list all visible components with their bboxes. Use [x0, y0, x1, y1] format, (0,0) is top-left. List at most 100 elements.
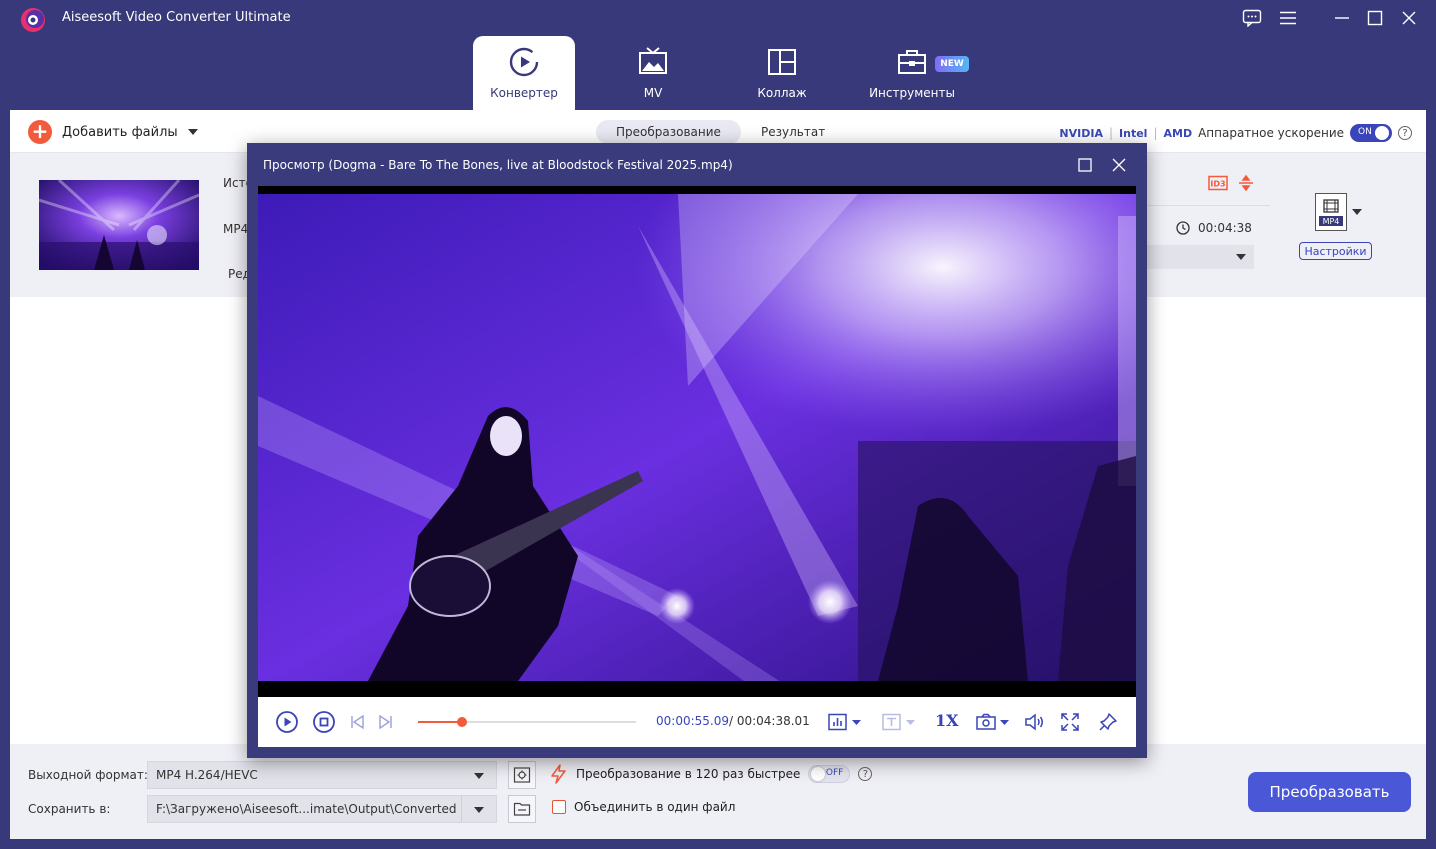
time-display: 00:00:55.09/ 00:04:38.01	[656, 714, 810, 728]
duration-value: 00:04:38	[1198, 221, 1252, 235]
subtitle-icon	[882, 713, 915, 731]
audio-track-icon	[828, 713, 861, 731]
preview-title: Просмотр (Dogma - Bare To The Bones, liv…	[263, 158, 733, 172]
pin-icon	[1099, 713, 1117, 731]
progress-fill	[418, 721, 462, 723]
play-button[interactable]	[275, 710, 299, 734]
volume-button[interactable]	[1024, 710, 1044, 734]
convert-button[interactable]: Преобразовать	[1248, 772, 1411, 812]
converter-icon	[509, 47, 539, 77]
nvidia-label: NVIDIA	[1059, 126, 1103, 140]
fast-conversion: Преобразование в 120 раз быстрее OFF ?	[550, 764, 873, 784]
plus-icon: +	[28, 120, 52, 144]
segment-conversion[interactable]: Преобразование	[596, 120, 741, 144]
video-thumbnail[interactable]	[39, 180, 199, 270]
output-format-value: MP4	[1322, 217, 1340, 226]
chevron-down-icon[interactable]	[187, 129, 198, 135]
format-settings-button[interactable]	[508, 761, 536, 789]
tab-collage-label: Коллаж	[757, 86, 807, 100]
segment-result[interactable]: Результат	[741, 120, 845, 144]
help-icon[interactable]: ?	[858, 767, 873, 781]
skip-back-icon	[351, 714, 364, 730]
subtitle-button[interactable]	[882, 710, 918, 734]
title-bar: Aiseesoft Video Converter Ultimate	[0, 0, 1436, 36]
new-badge: NEW	[935, 56, 969, 72]
tab-mv[interactable]: MV	[602, 36, 704, 110]
amd-label: AMD	[1163, 126, 1193, 140]
hw-acceleration: NVIDIA | Intel | AMD Аппаратное ускорени…	[1059, 124, 1412, 142]
stop-button[interactable]	[312, 710, 336, 734]
hw-acceleration-label: Аппаратное ускорение	[1198, 126, 1344, 140]
camera-icon	[976, 713, 1009, 730]
tab-tools[interactable]: Инструменты	[861, 36, 963, 110]
output-format-label: Выходной формат:	[28, 768, 148, 782]
tab-converter-label: Конвертер	[490, 86, 558, 100]
volume-icon	[1025, 713, 1043, 731]
lightning-icon	[551, 764, 566, 784]
current-time: 00:00:55.09	[656, 714, 729, 728]
close-icon[interactable]	[1397, 6, 1421, 30]
output-format-select[interactable]: MP4 H.264/HEVC	[147, 761, 497, 789]
pin-button[interactable]	[1099, 710, 1117, 734]
output-format-icon[interactable]: MP4	[1315, 193, 1347, 231]
preview-window: Просмотр (Dogma - Bare To The Bones, liv…	[247, 143, 1147, 758]
add-files-button[interactable]: + Добавить файлы	[28, 120, 198, 144]
toolbox-icon	[898, 50, 926, 74]
output-format-select-value: MP4 H.264/HEVC	[156, 768, 258, 782]
intel-label: Intel	[1119, 126, 1148, 140]
format-label: MP4	[223, 222, 249, 236]
tab-converter[interactable]: Конвертер	[473, 36, 575, 110]
chevron-down-icon	[1236, 254, 1246, 260]
id3-tag-icon[interactable]: ID3	[1208, 175, 1228, 191]
settings-button[interactable]: Настройки	[1299, 242, 1372, 260]
snapshot-button[interactable]	[976, 710, 1012, 734]
add-files-label: Добавить файлы	[62, 124, 178, 140]
previous-button[interactable]	[349, 710, 365, 734]
merge-option[interactable]: Объединить в один файл	[552, 800, 735, 814]
player-controls: 00:00:55.09/ 00:04:38.01 1X	[258, 697, 1136, 747]
next-button[interactable]	[378, 710, 394, 734]
audio-track-select[interactable]	[1146, 245, 1254, 269]
fast-conversion-toggle[interactable]: OFF	[808, 765, 851, 783]
maximize-icon[interactable]	[1363, 6, 1387, 30]
preview-close-icon[interactable]	[1107, 153, 1131, 177]
merge-label: Объединить в один файл	[574, 800, 736, 814]
fast-conversion-label: Преобразование в 120 раз быстрее	[576, 767, 801, 781]
bottom-bar: Выходной формат: MP4 H.264/HEVC Преобраз…	[10, 744, 1426, 839]
tab-collage[interactable]: Коллаж	[731, 36, 833, 110]
trim-icon[interactable]	[1238, 175, 1254, 191]
tab-tools-label: Инструменты	[869, 86, 955, 100]
progress-slider[interactable]	[418, 717, 636, 727]
chevron-down-icon	[474, 773, 484, 779]
mv-icon	[639, 47, 667, 74]
clock-icon	[1176, 221, 1190, 235]
fullscreen-button[interactable]	[1061, 710, 1079, 734]
feedback-icon[interactable]	[1240, 6, 1264, 30]
minimize-icon[interactable]	[1330, 6, 1354, 30]
app-title: Aiseesoft Video Converter Ultimate	[62, 10, 291, 25]
merge-checkbox[interactable]	[552, 800, 566, 814]
audio-track-button[interactable]	[828, 710, 864, 734]
preview-maximize-icon[interactable]	[1073, 153, 1097, 177]
stop-icon	[313, 711, 335, 733]
play-icon	[276, 711, 298, 733]
fullscreen-icon	[1061, 713, 1079, 731]
open-folder-button[interactable]	[508, 795, 536, 823]
svg-text:ID3: ID3	[1210, 180, 1225, 189]
skip-forward-icon	[379, 714, 392, 730]
playback-speed[interactable]: 1X	[935, 711, 959, 730]
save-path-value: F:\Загружено\Aiseesoft...imate\Output\Co…	[156, 802, 457, 816]
help-icon[interactable]: ?	[1398, 126, 1412, 140]
tab-mv-label: MV	[643, 86, 663, 100]
progress-knob[interactable]	[456, 717, 467, 727]
chevron-down-icon[interactable]	[1352, 209, 1362, 215]
menu-icon[interactable]	[1276, 6, 1300, 30]
collage-icon	[768, 49, 796, 75]
save-path-select[interactable]: F:\Загружено\Aiseesoft...imate\Output\Co…	[147, 795, 497, 823]
duration: 00:04:38	[1176, 221, 1252, 235]
app-logo-icon	[21, 8, 45, 32]
hw-acceleration-toggle[interactable]: ON	[1350, 124, 1392, 142]
video-frame[interactable]	[258, 186, 1136, 697]
format-settings-icon	[513, 767, 531, 783]
folder-icon	[513, 802, 531, 816]
